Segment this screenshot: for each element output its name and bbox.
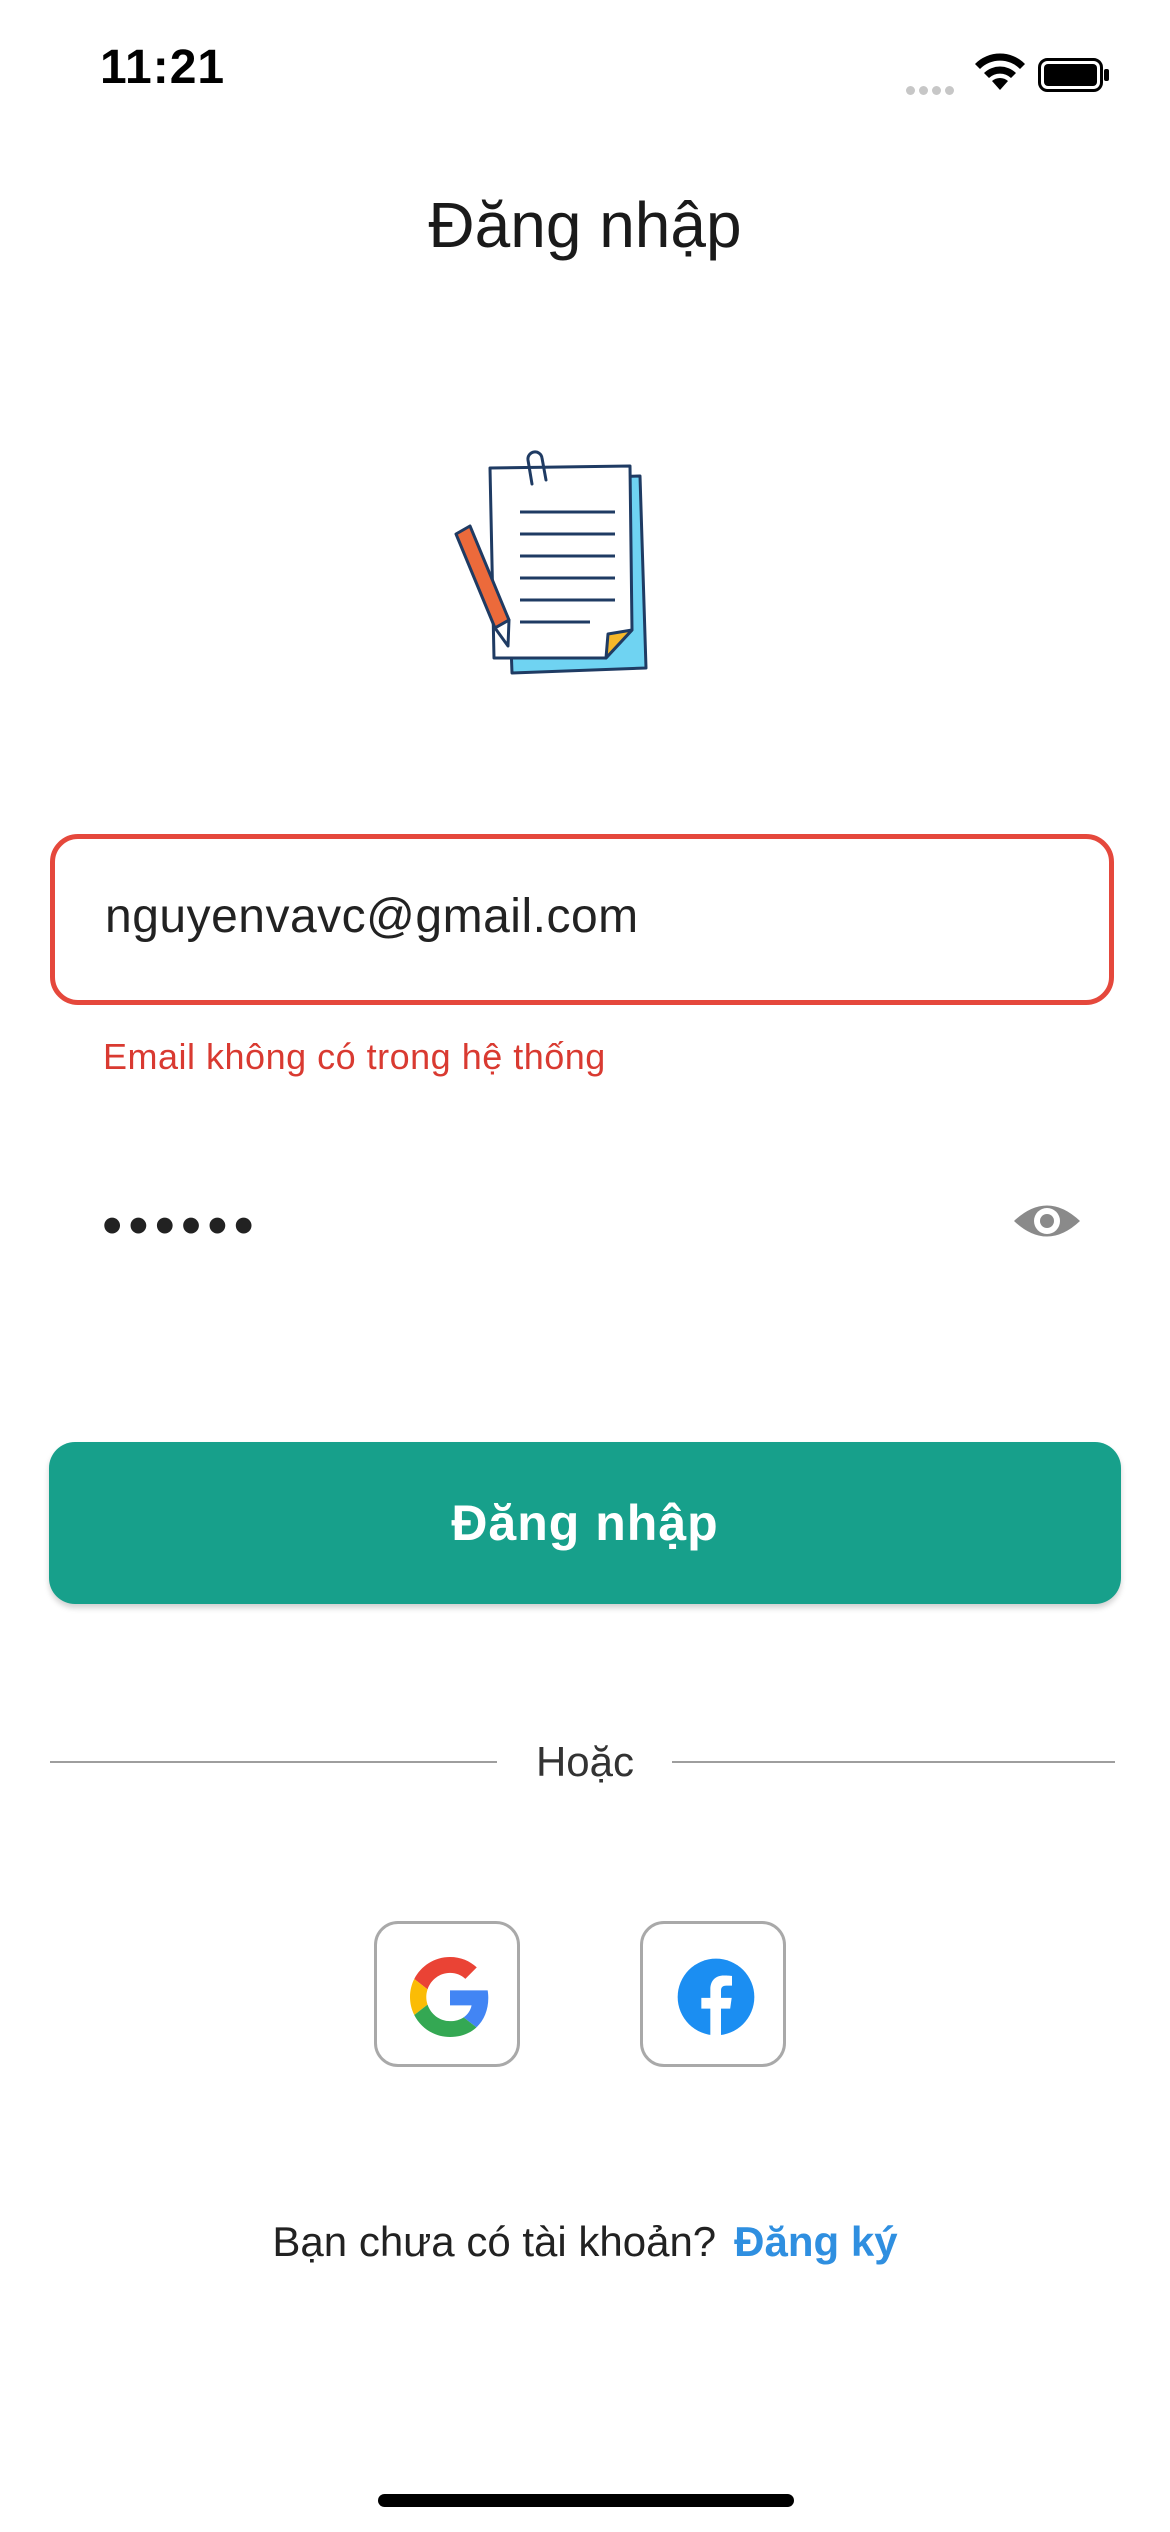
signup-prompt: Bạn chưa có tài khoản?: [272, 2218, 717, 2265]
home-indicator[interactable]: [378, 2494, 794, 2507]
divider-line-left: [50, 1761, 497, 1763]
email-input-value[interactable]: nguyenvavc@gmail.com: [105, 889, 639, 944]
facebook-icon: [677, 1958, 755, 2037]
battery-icon: [1038, 58, 1109, 92]
signup-row: Bạn chưa có tài khoản? Đăng ký: [0, 2218, 1170, 2266]
login-button[interactable]: Đăng nhập: [49, 1442, 1121, 1604]
divider-text: Hoặc: [535, 1738, 635, 1785]
cellular-signal-icon: [906, 82, 958, 100]
email-error-message: Email không có trong hệ thống: [103, 1036, 606, 1077]
status-time: 11:21: [100, 41, 226, 94]
password-field[interactable]: ••••••: [50, 1150, 1114, 1310]
google-login-button[interactable]: [374, 1921, 520, 2067]
divider-line-right: [672, 1761, 1115, 1763]
google-icon: [410, 1957, 489, 2037]
notepad-with-pencil-icon: [454, 450, 648, 675]
email-field[interactable]: nguyenvavc@gmail.com: [50, 834, 1114, 1005]
signup-link[interactable]: Đăng ký: [734, 2218, 897, 2265]
status-bar: 11:21: [0, 0, 1170, 150]
facebook-login-button[interactable]: [640, 1921, 786, 2067]
page-title: Đăng nhập: [428, 189, 742, 261]
eye-icon[interactable]: [1012, 1196, 1082, 1246]
wifi-icon: [975, 53, 1025, 90]
password-input-value[interactable]: ••••••: [102, 1192, 260, 1259]
